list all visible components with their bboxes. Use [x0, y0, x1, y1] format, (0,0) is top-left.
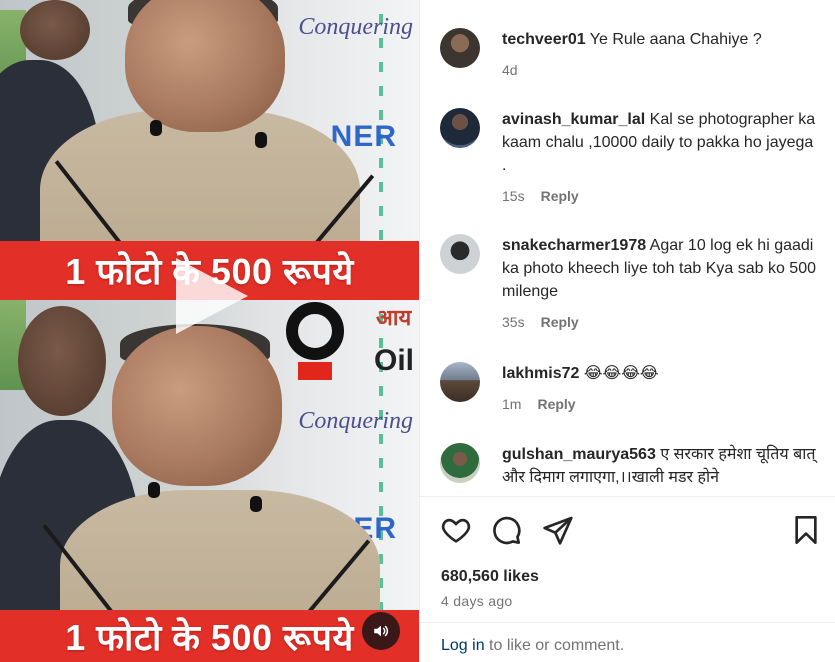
bookmark-icon	[795, 516, 817, 544]
comment-username[interactable]: avinash_kumar_lal	[502, 111, 645, 128]
comment-item: avinash_kumar_lal Kal se photographer ka…	[440, 108, 820, 208]
heart-icon	[441, 518, 471, 543]
save-button[interactable]	[790, 514, 824, 548]
comments-list[interactable]: techveer01 Ye Rule aana Chahiye ? 4d avi…	[420, 0, 835, 496]
reply-button[interactable]: Reply	[541, 185, 579, 208]
comment-time: 1m	[502, 396, 522, 412]
comment-item: snakecharmer1978 Agar 10 log ek hi gaadi…	[440, 234, 820, 334]
caption-text-bottom: 1 फोटो के 500 रूपये	[65, 616, 354, 658]
login-link[interactable]: Log in	[441, 637, 485, 654]
comment-icon	[493, 516, 521, 545]
comment-item: lakhmis72 😂😂😂😂 1m Reply	[440, 362, 820, 416]
avatar[interactable]	[440, 108, 480, 148]
avatar[interactable]	[440, 234, 480, 274]
like-button[interactable]	[440, 514, 474, 548]
logo-ring	[286, 302, 344, 360]
comment-username[interactable]: snakecharmer1978	[502, 237, 646, 254]
comment-time: 15s	[502, 188, 525, 204]
divider	[420, 622, 835, 623]
comment-text: Ye Rule aana Chahiye ?	[589, 31, 762, 48]
reply-button[interactable]: Reply	[537, 393, 575, 416]
speaker-face	[125, 0, 285, 132]
comment-username[interactable]: techveer01	[502, 31, 586, 48]
play-icon[interactable]	[176, 258, 248, 334]
comment-time: 4d	[502, 62, 518, 78]
audio-toggle-button[interactable]	[362, 612, 400, 650]
likes-count[interactable]: 680,560 likes	[441, 568, 539, 586]
video-player[interactable]: Conquering NER आय Oil Conquering NER	[0, 0, 419, 662]
comment-item: gulshan_maurya563 ए सरकार हमेशा चूतिय बा…	[440, 443, 820, 489]
avatar[interactable]	[440, 28, 480, 68]
avatar[interactable]	[440, 362, 480, 402]
login-prompt: Log in to like or comment.	[441, 637, 624, 655]
post-viewer: Conquering NER आय Oil Conquering NER	[0, 0, 835, 662]
comment-username[interactable]: lakhmis72	[502, 365, 579, 382]
login-prompt-text: to like or comment.	[484, 637, 625, 654]
action-bar	[440, 514, 820, 548]
oil-logo-text: Oil	[374, 344, 415, 377]
video-frame-bottom: आय Oil Conquering NER	[0, 300, 419, 662]
comment-username[interactable]: gulshan_maurya563	[502, 446, 656, 463]
speaker-face-bottom	[112, 326, 282, 486]
comment-item: techveer01 Ye Rule aana Chahiye ? 4d	[440, 28, 820, 82]
brand-text-bottom: Conquering	[298, 408, 413, 434]
reply-button[interactable]: Reply	[541, 311, 579, 334]
speaker-icon	[374, 625, 389, 637]
caption-banner-bottom: 1 फोटो के 500 रूपये	[0, 610, 419, 662]
share-icon	[543, 516, 573, 545]
comment-text: 😂😂😂😂	[583, 365, 659, 382]
hindi-logo-text: आय	[376, 305, 412, 330]
share-button[interactable]	[542, 514, 576, 548]
comment-button[interactable]	[490, 514, 524, 548]
divider	[420, 496, 835, 497]
brand-text: Conquering	[298, 14, 413, 40]
comments-panel: techveer01 Ye Rule aana Chahiye ? 4d avi…	[419, 0, 835, 662]
comment-time: 35s	[502, 314, 525, 330]
avatar[interactable]	[440, 443, 480, 483]
post-date: 4 days ago	[441, 593, 513, 609]
